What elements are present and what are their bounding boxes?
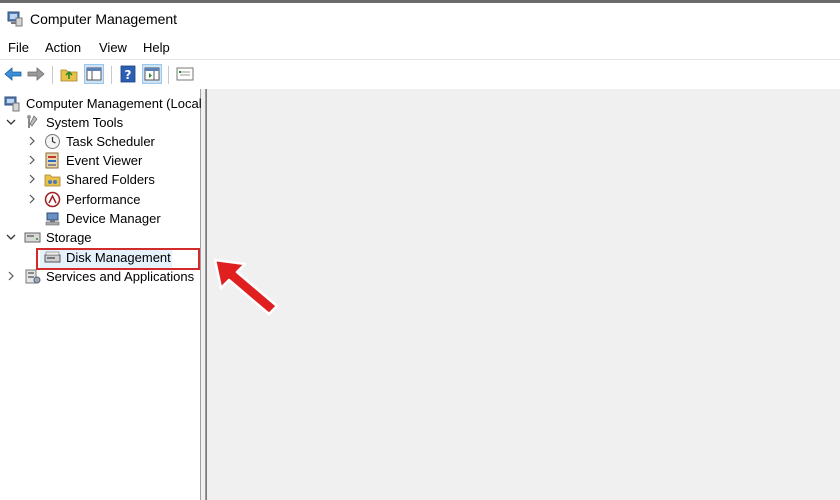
action-pane-icon [144, 67, 160, 81]
tree-node-storage[interactable]: Storage [0, 228, 200, 247]
tree-node-shared-folders[interactable]: Shared Folders [0, 170, 200, 189]
storage-icon [24, 232, 41, 243]
toolbar-separator [52, 66, 53, 84]
chevron-down-icon[interactable] [6, 231, 16, 243]
menu-view[interactable]: View [99, 40, 127, 55]
tree-label: Performance [66, 192, 141, 207]
tree-label: System Tools [46, 115, 124, 130]
chevron-right-icon[interactable] [6, 270, 16, 282]
chevron-right-icon[interactable] [27, 135, 37, 147]
back-icon[interactable] [3, 64, 23, 84]
action-pane-button[interactable] [142, 64, 162, 84]
tools-icon [27, 115, 38, 128]
menu-help[interactable]: Help [143, 40, 170, 55]
computer-management-icon [7, 11, 23, 27]
chevron-right-icon[interactable] [27, 154, 37, 166]
annotation-arrow-icon [213, 258, 279, 316]
annotation-highlight-box [36, 248, 200, 270]
show-hide-tree-icon [86, 67, 102, 81]
tree-node-device-manager[interactable]: Device Manager [0, 209, 200, 228]
event-log-icon [45, 152, 59, 169]
chevron-right-icon[interactable] [27, 193, 37, 205]
menu-action[interactable]: Action [45, 40, 81, 55]
chevron-right-icon[interactable] [27, 173, 37, 185]
tree-label: Services and Applications [46, 269, 195, 284]
svg-text:?: ? [125, 68, 132, 82]
clock-icon [45, 134, 60, 149]
computer-management-icon [4, 96, 20, 112]
help-icon[interactable]: ? [118, 64, 138, 84]
tree-label: Task Scheduler [66, 134, 155, 149]
results-pane [206, 89, 840, 500]
menu-bar: File Action View Help [0, 37, 840, 59]
title-bar: Computer Management [0, 0, 840, 37]
toolbar: ? [0, 59, 840, 90]
up-folder-icon[interactable] [59, 64, 79, 84]
tree-node-performance[interactable]: Performance [0, 190, 200, 209]
performance-icon [44, 191, 61, 208]
tree-label: Device Manager [66, 211, 161, 226]
properties-icon[interactable] [175, 64, 195, 84]
tree-label: Event Viewer [66, 153, 143, 168]
device-manager-icon [45, 212, 60, 226]
services-icon [25, 269, 41, 284]
menu-file[interactable]: File [8, 40, 29, 55]
shared-folder-icon [44, 174, 61, 187]
tree-node-event-viewer[interactable]: Event Viewer [0, 151, 200, 170]
window-title: Computer Management [30, 11, 178, 27]
tree-node-task-scheduler[interactable]: Task Scheduler [0, 132, 200, 151]
tree-node-system-tools[interactable]: System Tools [0, 113, 200, 132]
forward-icon[interactable] [26, 64, 46, 84]
show-hide-tree-button[interactable] [84, 64, 104, 84]
toolbar-separator [168, 66, 169, 84]
tree-node-computer-management[interactable]: Computer Management (Local [0, 94, 202, 113]
tree-label: Storage [46, 230, 92, 245]
chevron-down-icon[interactable] [6, 116, 16, 128]
tree-label: Computer Management (Local [26, 96, 202, 111]
tree-label: Shared Folders [66, 172, 155, 187]
toolbar-separator [111, 66, 112, 84]
